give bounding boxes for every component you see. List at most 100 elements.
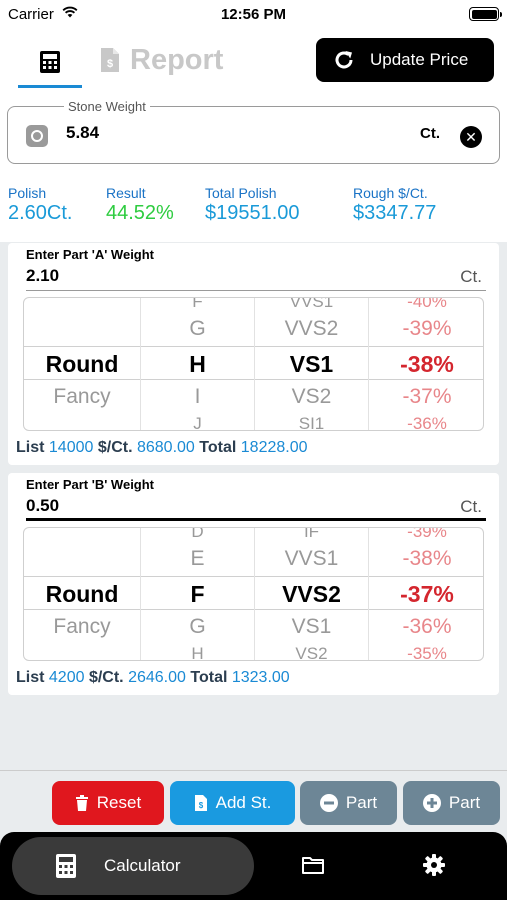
total-polish-value: $19551.00 — [205, 202, 300, 224]
remove-part-label: Part — [345, 793, 378, 812]
refresh-icon — [335, 51, 353, 69]
percent-column[interactable]: -39% -38% -37% -36% -35% — [368, 527, 483, 660]
report-file-icon: $ — [101, 48, 119, 72]
picker-option: VS2 — [295, 644, 328, 661]
picker-option: -37% — [402, 385, 452, 408]
part-b-card: Enter Part 'B' Weight 0.50 Ct. Round Fan… — [8, 473, 499, 695]
tab-report-label: Report — [130, 43, 224, 76]
part-a-card: Enter Part 'A' Weight 2.10 Ct. Round Fan… — [8, 243, 499, 465]
gear-icon — [423, 854, 445, 876]
stone-weight-input[interactable]: 5.84 — [66, 123, 99, 143]
picker-option: E — [190, 547, 205, 570]
rough-price-label: Rough $/Ct. — [353, 185, 428, 201]
rough-price-value: $3347.77 — [353, 202, 437, 224]
status-bar: Carrier 12:56 PM — [0, 0, 507, 30]
picker-option — [24, 542, 140, 576]
part-a-weight-input[interactable]: 2.10 Ct. — [26, 263, 486, 291]
list-value: 14000 — [48, 439, 94, 456]
add-part-label: Part — [448, 793, 481, 812]
picker-option: VVS1 — [289, 297, 334, 311]
part-b-totals: List 4200 $/Ct. 2646.00 Total 1323.00 — [16, 669, 290, 687]
part-b-weight-input[interactable]: 0.50 Ct. — [26, 493, 486, 521]
picker-option: I — [194, 385, 201, 408]
reset-label: Reset — [96, 793, 142, 812]
picker-selected-clarity: VS1 — [255, 346, 368, 380]
clock: 12:56 PM — [220, 6, 287, 23]
plus-circle-icon — [422, 794, 441, 812]
remove-part-button[interactable]: Part — [300, 781, 397, 825]
add-stone-label: Add St. — [215, 793, 272, 812]
color-column[interactable]: F G H I J — [140, 297, 254, 431]
part-a-label: Enter Part 'A' Weight — [26, 247, 155, 262]
reset-button[interactable]: Reset — [52, 781, 164, 825]
picker-option: -38% — [402, 547, 452, 570]
picker-option: J — [193, 414, 202, 431]
tab-bar-settings[interactable] — [423, 854, 445, 881]
clarity-column[interactable]: IF VVS1 VVS2 VS1 VS2 — [254, 527, 368, 661]
add-file-icon: $ — [194, 795, 207, 811]
picker-selected-shape: Round — [24, 346, 140, 380]
clarity-column[interactable]: VVS1 VVS2 VS1 VS2 SI1 — [254, 297, 368, 431]
picker-selected-color: F — [141, 576, 254, 610]
part-b-picker[interactable]: Round Fancy D E F G H IF VVS1 VVS2 VS1 V… — [23, 527, 484, 661]
picker-option: -39% — [402, 317, 452, 340]
stone-weight-field[interactable]: Stone Weight 5.84 Ct. ✕ — [7, 99, 500, 164]
picker-selected-percent: -38% — [369, 346, 483, 380]
picker-option — [24, 298, 140, 312]
picker-option — [24, 312, 140, 346]
stone-weight-label: Stone Weight — [64, 99, 150, 114]
per-carat-label: $/Ct. — [88, 669, 124, 686]
shape-column[interactable]: Round Fancy — [24, 528, 140, 660]
total-value: 1323.00 — [231, 669, 290, 686]
calculator-icon — [40, 50, 60, 73]
picker-selected-shape: Round — [24, 576, 140, 610]
picker-option: D — [191, 527, 204, 541]
add-part-button[interactable]: Part — [403, 781, 500, 825]
part-a-weight-value: 2.10 — [26, 266, 60, 285]
calculator-icon — [56, 854, 76, 878]
list-label: List — [16, 439, 45, 456]
picker-option — [24, 528, 140, 542]
color-column[interactable]: D E F G H — [140, 527, 254, 661]
polish-value: 2.60Ct. — [8, 202, 73, 224]
tab-calculator[interactable] — [18, 38, 82, 88]
picker-option: -40% — [407, 297, 447, 311]
add-stone-button[interactable]: $ Add St. — [170, 781, 295, 825]
header-panel: $ Report Update Price Stone Weight 5.84 … — [0, 30, 507, 242]
part-b-weight-value: 0.50 — [26, 496, 60, 515]
picker-option: IF — [303, 527, 320, 541]
top-tabs: $ Report Update Price — [0, 30, 507, 92]
result-label: Result — [106, 185, 146, 201]
total-label: Total — [199, 439, 237, 456]
picker-option: -39% — [407, 527, 447, 541]
result-value: 44.52% — [106, 202, 174, 224]
update-price-label: Update Price — [370, 50, 469, 69]
picker-option: VS2 — [291, 385, 332, 408]
picker-option: -36% — [407, 414, 447, 431]
per-carat-value: 8680.00 — [136, 439, 195, 456]
clear-icon[interactable]: ✕ — [460, 126, 482, 148]
update-price-button[interactable]: Update Price — [316, 38, 494, 82]
part-a-picker[interactable]: Round Fancy F G H I J VVS1 VVS2 VS1 VS2 … — [23, 297, 484, 431]
tab-bar-calculator[interactable]: Calculator — [12, 837, 254, 895]
picker-option: F — [192, 297, 203, 311]
action-bar: Reset $ Add St. Part Part — [0, 770, 507, 832]
battery-icon — [469, 7, 502, 21]
svg-text:$: $ — [107, 58, 113, 70]
picker-option: VVS2 — [284, 317, 339, 340]
picker-option — [24, 414, 140, 430]
total-label: Total — [190, 669, 228, 686]
shape-column[interactable]: Round Fancy — [24, 298, 140, 430]
percent-column[interactable]: -40% -39% -38% -37% -36% — [368, 297, 483, 431]
picker-selected-clarity: VVS2 — [255, 576, 368, 610]
tab-bar-folder[interactable] — [302, 856, 324, 879]
list-label: List — [16, 669, 45, 686]
polish-label: Polish — [8, 185, 47, 201]
picker-option: SI1 — [298, 414, 325, 431]
per-carat-value: 2646.00 — [128, 669, 186, 686]
picker-option: H — [191, 644, 204, 661]
per-carat-label: $/Ct. — [97, 439, 133, 456]
trash-icon — [75, 795, 88, 811]
stone-weight-unit: Ct. — [420, 125, 440, 142]
tab-report[interactable]: $ Report — [100, 40, 223, 80]
